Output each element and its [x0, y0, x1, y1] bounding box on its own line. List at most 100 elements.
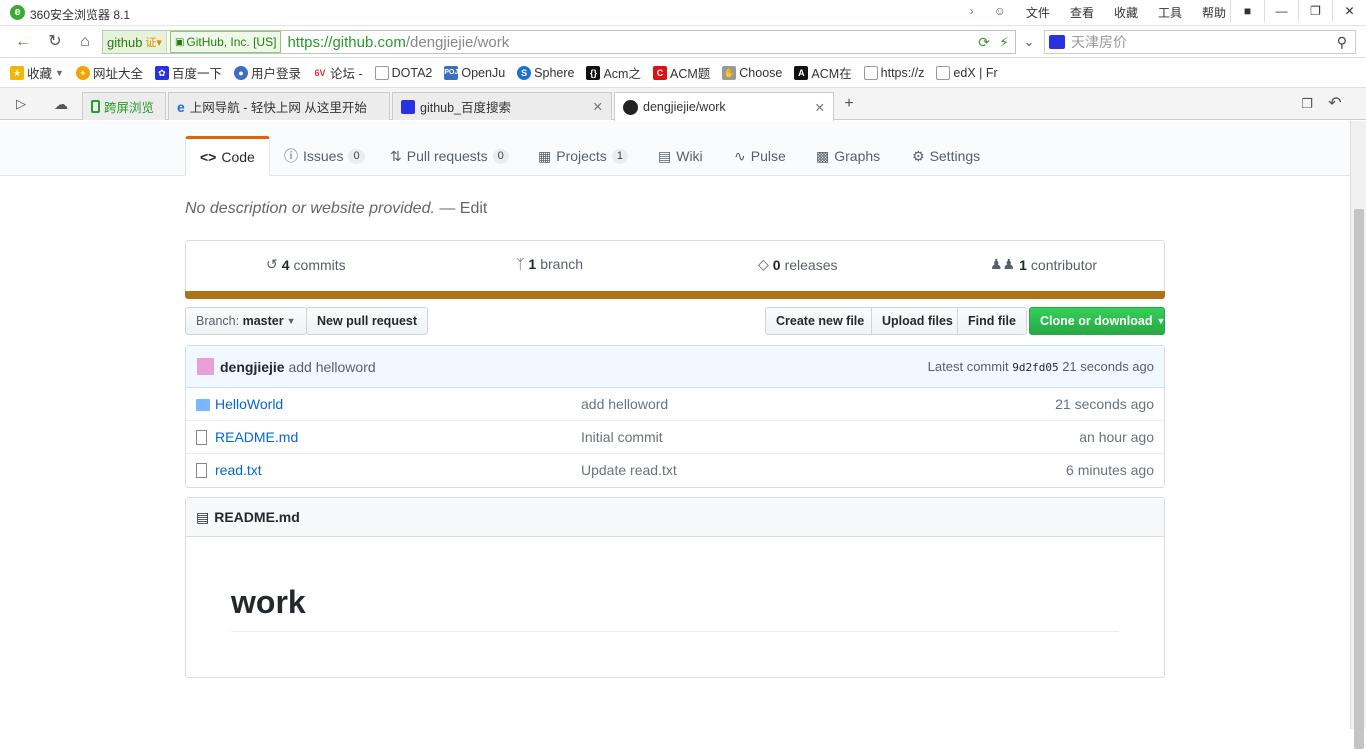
skin-icon[interactable]: ■: [1230, 0, 1264, 22]
maximize-button[interactable]: ❐: [1298, 0, 1332, 22]
new-tab-plus-icon[interactable]: +: [838, 94, 860, 114]
file-commit-message[interactable]: Update read.txt: [581, 462, 677, 478]
table-row[interactable]: read.txt Update read.txt 6 minutes ago: [186, 454, 1164, 487]
browser-titlebar: e 360安全浏览器 8.1 › ☺ 文件 查看 收藏 工具 帮助 ■ — ❐ …: [0, 0, 1366, 26]
search-icon[interactable]: ⚲: [1337, 31, 1347, 53]
create-new-file-button[interactable]: Create new file: [765, 307, 876, 335]
table-row[interactable]: README.md Initial commit an hour ago: [186, 421, 1164, 454]
bookmark-item[interactable]: ● 用户登录: [233, 63, 301, 82]
file-commit-message[interactable]: add helloword: [581, 396, 668, 412]
certificate-badge[interactable]: ▣ GitHub, Inc. [US]: [169, 31, 282, 53]
cloud-icon[interactable]: ☁: [50, 94, 72, 114]
browser-logo-icon: e: [10, 5, 25, 20]
avatar[interactable]: [197, 358, 214, 375]
tab-baidu-search[interactable]: github_百度搜索 ✕: [392, 92, 612, 120]
bookmark-item[interactable]: POJ OpenJu: [444, 65, 505, 80]
file-commit-message[interactable]: Initial commit: [581, 429, 663, 445]
minimize-button[interactable]: —: [1264, 0, 1298, 22]
tab-navigation[interactable]: e 上网导航 - 轻快上网 从这里开始: [168, 92, 390, 120]
tab-code[interactable]: <> Code: [185, 136, 270, 176]
search-input[interactable]: 天津房价 ⚲: [1044, 30, 1356, 54]
file-name-link[interactable]: read.txt: [215, 462, 262, 478]
refresh-icon[interactable]: ↻: [44, 32, 66, 52]
site-quick-label[interactable]: github 证▾: [103, 31, 167, 53]
speed-bolt-icon[interactable]: ⚡: [993, 32, 1015, 52]
bookmark-item[interactable]: ✿ 百度一下: [154, 63, 222, 82]
releases-stat[interactable]: ◇ 0 releases: [758, 256, 838, 273]
bookmark-item[interactable]: C ACM题: [652, 63, 710, 82]
upload-files-button[interactable]: Upload files: [871, 307, 964, 335]
bookmark-item[interactable]: {} Acm之: [586, 63, 641, 82]
close-tab-icon[interactable]: ✕: [815, 100, 825, 115]
undo-close-icon[interactable]: ↶: [1324, 94, 1346, 114]
file-name-link[interactable]: README.md: [215, 429, 298, 445]
window-title: 360安全浏览器 8.1: [30, 8, 131, 22]
table-row[interactable]: HelloWorld add helloword 21 seconds ago: [186, 388, 1164, 421]
edit-description-link[interactable]: — Edit: [435, 200, 487, 217]
readme-box: ▤ README.md work: [185, 497, 1165, 678]
bookmark-favorites[interactable]: ★ 收藏 ▼: [10, 63, 64, 82]
language-bar[interactable]: [185, 291, 1165, 299]
home-icon[interactable]: ⌂: [74, 32, 96, 52]
close-tab-icon[interactable]: ✕: [593, 99, 603, 114]
acm-icon: {}: [586, 65, 601, 80]
bookmark-item[interactable]: S Sphere: [517, 65, 574, 80]
tab-repo[interactable]: dengjiejie/work ✕: [614, 92, 834, 121]
tab-issues[interactable]: ⓘ Issues 0: [270, 136, 379, 176]
page-scrollbar[interactable]: [1350, 121, 1366, 749]
commit-message-link[interactable]: add helloword: [288, 359, 375, 375]
file-age: an hour ago: [1079, 429, 1154, 445]
caret-down-icon: ▼: [1156, 316, 1166, 326]
tab-pulse[interactable]: ∿ Pulse: [720, 136, 800, 176]
url-bar[interactable]: github 证▾ ▣ GitHub, Inc. [US] https://gith…: [102, 30, 1016, 54]
bookmark-item[interactable]: A ACM在: [794, 63, 852, 82]
reload-green-icon[interactable]: ⟳: [973, 32, 995, 52]
new-pull-request-button[interactable]: New pull request: [306, 307, 429, 335]
commits-stat[interactable]: ↺ 4 commits: [266, 256, 346, 273]
star-icon: ★: [10, 65, 24, 80]
sidebar-toggle-icon[interactable]: ›: [970, 4, 974, 21]
tab-pull-requests[interactable]: ⇅ Pull requests 0: [376, 136, 523, 176]
file-name-link[interactable]: HelloWorld: [215, 396, 283, 412]
bookmark-item[interactable]: DOTA2: [374, 65, 432, 80]
menu-tools[interactable]: 工具: [1158, 4, 1182, 21]
tab-graphs[interactable]: ▩ Graphs: [802, 136, 894, 176]
menu-help[interactable]: 帮助: [1202, 4, 1226, 21]
clone-download-button[interactable]: Clone or download ▼: [1029, 307, 1165, 335]
acm-red-icon: C: [652, 65, 667, 80]
contributor-stat[interactable]: ♟♟ 1 contributor: [990, 256, 1097, 273]
issue-icon: ⓘ: [284, 148, 298, 164]
heading-divider: [231, 631, 1119, 632]
acm-black-icon: A: [794, 65, 809, 80]
scrollbar-thumb[interactable]: [1354, 209, 1364, 749]
close-window-button[interactable]: ✕: [1332, 0, 1366, 22]
tab-wiki[interactable]: ▤ Wiki: [644, 136, 717, 176]
commit-sha-link[interactable]: 9d2fd05: [1012, 361, 1058, 374]
menu-favorites[interactable]: 收藏: [1114, 4, 1138, 21]
code-icon: <>: [200, 149, 217, 165]
dropdown-chevron-icon[interactable]: ⌄: [1018, 32, 1040, 52]
issues-count: 0: [348, 148, 365, 164]
tab-list-icon[interactable]: ❐: [1296, 94, 1318, 114]
tab-settings[interactable]: ⚙ Settings: [898, 136, 994, 176]
bookmark-item[interactable]: + 网址大全: [75, 63, 143, 82]
url-protocol: https://: [287, 33, 333, 51]
tab-projects[interactable]: ▦ Projects 1: [524, 136, 642, 176]
bookmark-item[interactable]: edX | Fr: [936, 65, 998, 80]
commit-author-link[interactable]: dengjiejie: [220, 359, 285, 375]
menu-file[interactable]: 文件: [1026, 4, 1050, 21]
account-icon[interactable]: ☺: [994, 4, 1006, 21]
gear-icon: ⚙: [912, 147, 925, 164]
back-arrow-icon[interactable]: ←: [12, 32, 34, 52]
find-file-button[interactable]: Find file: [957, 307, 1027, 335]
tab-cross-screen[interactable]: 跨屏浏览: [82, 92, 166, 120]
bookmark-item[interactable]: ✋ Choose: [722, 65, 782, 80]
bookmark-item[interactable]: https://z: [863, 65, 924, 80]
branch-select-button[interactable]: Branch: master ▼: [185, 307, 307, 335]
menu-view[interactable]: 查看: [1070, 4, 1094, 21]
branch-stat[interactable]: ᛉ 1 branch: [516, 256, 583, 272]
user-icon: ●: [233, 65, 248, 80]
bookmark-item[interactable]: 6V 论坛 -: [312, 63, 363, 82]
file-age: 6 minutes ago: [1066, 462, 1154, 478]
sidebar-expand-icon[interactable]: ▷: [10, 94, 32, 114]
